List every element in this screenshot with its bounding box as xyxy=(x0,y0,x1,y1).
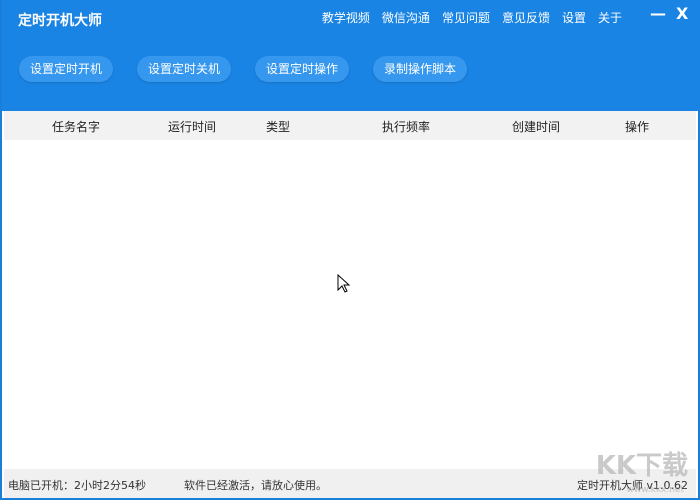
col-run-time: 运行时间 xyxy=(168,120,217,134)
nav-wechat[interactable]: 微信沟通 xyxy=(382,9,430,26)
col-created-time: 创建时间 xyxy=(512,120,561,134)
watermark-url: www.kkx.net xyxy=(626,485,685,495)
col-frequency: 执行频率 xyxy=(382,120,431,134)
record-script-button[interactable]: 录制操作脚本 xyxy=(373,56,468,82)
close-button[interactable]: X xyxy=(676,4,688,23)
nav-tutorial-video[interactable]: 教学视频 xyxy=(322,9,370,26)
action-buttons: 设置定时开机 设置定时关机 设置定时操作 录制操作脚本 xyxy=(19,56,468,82)
col-actions: 操作 xyxy=(625,120,650,134)
uptime-text: 电脑已开机：2小时2分54秒 xyxy=(8,479,146,492)
table-header: 任务名字 运行时间 类型 执行频率 创建时间 操作 xyxy=(4,111,696,140)
app-title: 定时开机大师 xyxy=(18,13,102,29)
schedule-operation-button[interactable]: 设置定时操作 xyxy=(255,56,350,82)
top-nav: 教学视频 微信沟通 常见问题 意见反馈 设置 关于 xyxy=(322,9,622,26)
activation-text: 软件已经激活，请放心使用。 xyxy=(184,479,327,492)
nav-faq[interactable]: 常见问题 xyxy=(442,9,490,26)
col-type: 类型 xyxy=(266,120,291,134)
col-task-name: 任务名字 xyxy=(52,120,101,134)
schedule-shutdown-button[interactable]: 设置定时关机 xyxy=(137,56,232,82)
watermark-logo: KK下载 xyxy=(595,451,688,481)
nav-settings[interactable]: 设置 xyxy=(562,9,586,26)
mouse-cursor-icon xyxy=(337,274,351,293)
app-window: 定时开机大师 教学视频 微信沟通 常见问题 意见反馈 设置 关于 — X 设置定… xyxy=(0,0,700,500)
schedule-poweron-button[interactable]: 设置定时开机 xyxy=(19,56,114,82)
header: 定时开机大师 教学视频 微信沟通 常见问题 意见反馈 设置 关于 — X 设置定… xyxy=(2,0,700,111)
minimize-button[interactable]: — xyxy=(650,4,666,23)
nav-about[interactable]: 关于 xyxy=(598,9,622,26)
status-bar: 电脑已开机：2小时2分54秒 软件已经激活，请放心使用。 定时开机大师 v1.0… xyxy=(4,469,696,498)
nav-feedback[interactable]: 意见反馈 xyxy=(502,9,550,26)
